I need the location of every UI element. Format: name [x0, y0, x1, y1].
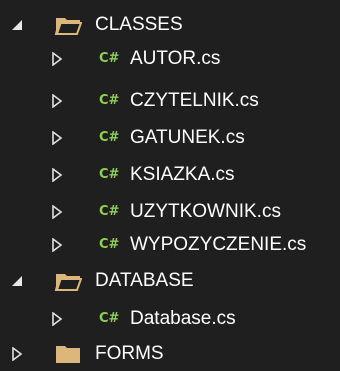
collapsed-arrow-icon[interactable]: [50, 168, 64, 182]
csharp-file-icon: C#: [99, 93, 120, 108]
tree-file-czytelnik[interactable]: C# CZYTELNIK.cs: [0, 86, 340, 116]
tree-file-uzytkownik[interactable]: C# UZYTKOWNIK.cs: [0, 197, 340, 227]
folder-label: CLASSES: [95, 14, 183, 35]
collapsed-arrow-icon[interactable]: [50, 312, 64, 326]
file-label: KSIAZKA.cs: [130, 164, 235, 185]
csharp-file-icon: C#: [99, 237, 120, 252]
tree-folder-forms[interactable]: FORMS: [0, 339, 340, 369]
file-label: Database.cs: [130, 308, 236, 329]
csharp-file-icon: C#: [99, 51, 120, 66]
collapsed-arrow-icon[interactable]: [50, 238, 64, 252]
tree-file-ksiazka[interactable]: C# KSIAZKA.cs: [0, 160, 340, 190]
tree-folder-classes[interactable]: CLASSES: [0, 10, 340, 40]
collapsed-arrow-icon[interactable]: [50, 94, 64, 108]
tree-file-wypozyczenie[interactable]: C# WYPOZYCZENIE.cs: [0, 230, 340, 260]
collapsed-arrow-icon[interactable]: [50, 205, 64, 219]
file-label: AUTOR.cs: [130, 48, 221, 69]
csharp-file-icon: C#: [99, 311, 120, 326]
csharp-file-icon: C#: [99, 130, 120, 145]
file-label: UZYTKOWNIK.cs: [130, 201, 281, 222]
csharp-file-icon: C#: [99, 167, 120, 182]
tree-folder-database[interactable]: DATABASE: [0, 266, 340, 296]
tree-file-database[interactable]: C# Database.cs: [0, 304, 340, 334]
csharp-file-icon: C#: [99, 204, 120, 219]
folder-label: FORMS: [95, 343, 164, 364]
solution-explorer-tree: CLASSES C# AUTOR.cs C# CZYTELNIK.cs C# G…: [0, 0, 340, 371]
folder-closed-icon: [54, 343, 82, 365]
collapsed-arrow-icon[interactable]: [50, 52, 64, 66]
file-label: CZYTELNIK.cs: [130, 90, 259, 111]
folder-open-icon: [54, 270, 83, 292]
expanded-arrow-icon[interactable]: [10, 274, 24, 288]
expanded-arrow-icon[interactable]: [10, 18, 24, 32]
folder-label: DATABASE: [95, 270, 194, 291]
file-label: WYPOZYCZENIE.cs: [130, 234, 307, 255]
tree-file-autor[interactable]: C# AUTOR.cs: [0, 44, 340, 74]
folder-open-icon: [54, 14, 83, 36]
tree-file-gatunek[interactable]: C# GATUNEK.cs: [0, 123, 340, 153]
collapsed-arrow-icon[interactable]: [10, 347, 24, 361]
collapsed-arrow-icon[interactable]: [50, 131, 64, 145]
file-label: GATUNEK.cs: [130, 127, 245, 148]
